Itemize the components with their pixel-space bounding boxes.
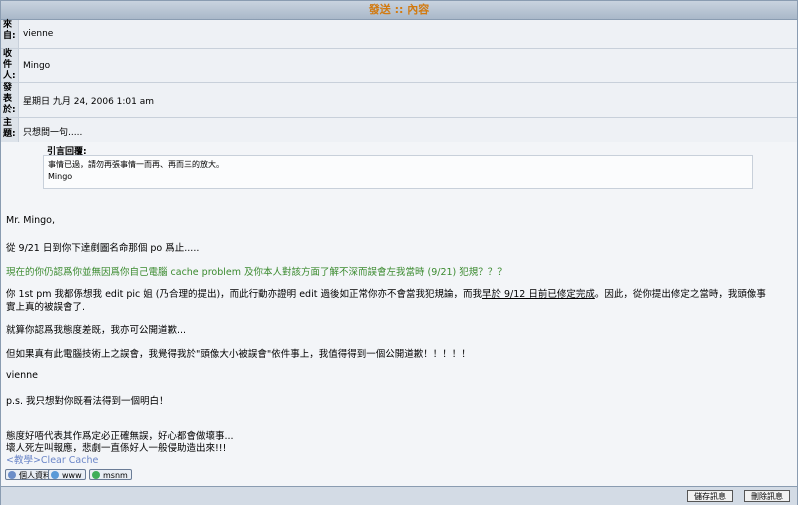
profile-icon — [8, 471, 16, 479]
message-line: p.s. 我只想對你既看法得到一個明白！ — [6, 396, 169, 407]
quote-box: 事情已過，請勿再張事情一而再、再而三的放大。 Mingo — [43, 155, 753, 189]
date-row: 發表於: 星期日 九月 24, 2006 1:01 am — [1, 83, 797, 118]
message-line-highlight: 現在的你仍認爲你並無因爲你自己電腦 cache problem 及你本人對該方面… — [6, 267, 507, 278]
clear-cache-link[interactable]: <教學>Clear Cache — [6, 452, 98, 466]
message-line: Mr. Mingo, — [6, 215, 55, 226]
profile-button-label: 個人資料 — [19, 471, 51, 480]
profile-button-bar: 個人資料 www msnm — [1, 467, 797, 484]
save-message-button[interactable]: 儲存訊息 — [687, 490, 733, 502]
message-line: 但如果真有此電腦技術上之誤會，我覺得我於"頭像大小被誤會"依件事上，我值得得到一… — [6, 349, 471, 360]
from-label: 來自: — [1, 20, 19, 48]
message-signature-name: vienne — [6, 370, 38, 381]
message-text: 。因此，從你提出修定之當時，我頭像事 — [594, 289, 766, 300]
to-value: Mingo — [19, 49, 797, 82]
date-label: 發表於: — [1, 83, 19, 117]
quote-author: Mingo — [48, 172, 73, 181]
quote-text: 事情已過，請勿再張事情一而再、再而三的放大。 — [48, 160, 224, 169]
date-value: 星期日 九月 24, 2006 1:01 am — [19, 83, 797, 117]
msnm-button[interactable]: msnm — [89, 469, 132, 480]
www-button-label: www — [62, 471, 82, 480]
from-row: 來自: vienne — [1, 20, 797, 49]
to-row: 收件人: Mingo — [1, 49, 797, 83]
window-title: 發送 :: 內容 — [1, 1, 797, 20]
footer-bar: 儲存訊息 刪除訊息 — [1, 486, 797, 505]
message-body: 引言回覆: 事情已過，請勿再張事情一而再、再而三的放大。 Mingo Mr. M… — [1, 142, 797, 466]
message-line: 從 9/21 日到你下達剷圖名命那個 po 爲止..... — [6, 243, 200, 254]
from-value: vienne — [19, 20, 797, 48]
subject-label: 主題: — [1, 118, 19, 144]
message-line: 實上真的被誤會了. — [6, 302, 86, 313]
message-window: 發送 :: 內容 來自: vienne 收件人: Mingo 發表於: 星期日 … — [0, 0, 798, 505]
message-underline: 早於 9/12 日前已修定完成 — [481, 289, 595, 300]
globe-icon — [51, 471, 59, 479]
delete-message-button[interactable]: 刪除訊息 — [744, 490, 790, 502]
msn-icon — [92, 471, 100, 479]
subject-row: 主題: 只想問一句..... — [1, 118, 797, 145]
www-button[interactable]: www — [48, 469, 86, 480]
subject-value: 只想問一句..... — [19, 118, 797, 144]
msnm-button-label: msnm — [103, 471, 128, 480]
message-line: 就算你認爲我態度差既，我亦可公開道歉... — [6, 325, 187, 336]
message-line: 你 1st pm 我都係想我 edit pic 姐 (乃合理的提出)，而此行動亦… — [6, 286, 766, 300]
to-label: 收件人: — [1, 49, 19, 82]
